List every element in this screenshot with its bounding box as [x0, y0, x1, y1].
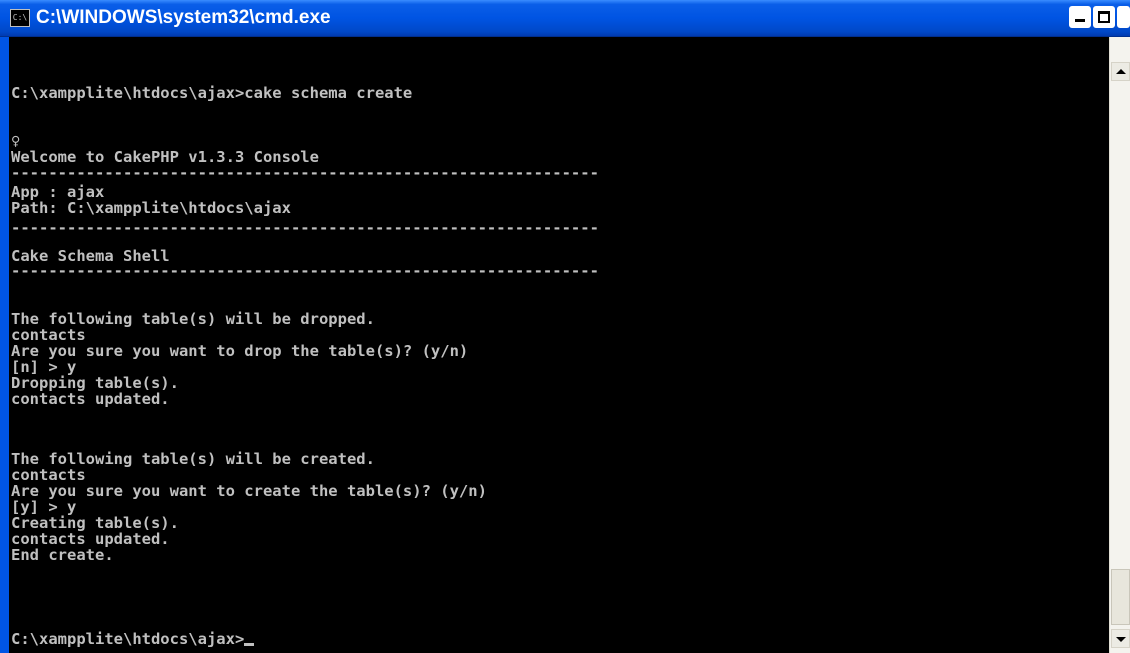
console-separator: ----------------------------------------…: [11, 262, 599, 280]
close-button[interactable]: [1117, 6, 1130, 28]
console-line: [n] > y: [11, 358, 77, 376]
scroll-up-button[interactable]: [1111, 62, 1130, 81]
console-line: Dropping table(s).: [11, 374, 179, 392]
console-line: The following table(s) will be created.: [11, 450, 375, 468]
scroll-down-button[interactable]: [1111, 629, 1130, 648]
console-line: contacts updated.: [11, 530, 170, 548]
console-line: contacts: [11, 326, 86, 344]
scroll-thumb[interactable]: [1111, 569, 1130, 625]
console-separator: ----------------------------------------…: [11, 219, 599, 237]
prompt-line: C:\xampplite\htdocs\ajax>: [11, 630, 255, 648]
minimize-icon: [1075, 19, 1085, 22]
maximize-icon: [1098, 11, 1110, 23]
console-line: [y] > y: [11, 498, 77, 516]
maximize-button[interactable]: [1093, 6, 1115, 28]
console-line: ♀: [11, 132, 21, 150]
arrow-up-icon: [1116, 69, 1126, 74]
console-line: Path: C:\xampplite\htdocs\ajax: [11, 199, 291, 217]
title-bar[interactable]: C:\ C:\WINDOWS\system32\cmd.exe: [0, 0, 1130, 37]
console-line: End create.: [11, 546, 114, 564]
text-cursor: [244, 643, 255, 646]
console-line: Welcome to CakePHP v1.3.3 Console: [11, 148, 319, 166]
console-line: Are you sure you want to create the tabl…: [11, 482, 487, 500]
console-line: contacts: [11, 466, 86, 484]
console-line: The following table(s) will be dropped.: [11, 310, 375, 328]
console-output[interactable]: C:\xampplite\htdocs\ajax>cake schema cre…: [9, 37, 1109, 653]
minimize-button[interactable]: [1069, 6, 1091, 28]
console-line: contacts updated.: [11, 390, 170, 408]
console-line: App : ajax: [11, 183, 105, 201]
vertical-scrollbar[interactable]: [1109, 37, 1130, 653]
console-line: Creating table(s).: [11, 514, 179, 532]
prompt-text: C:\xampplite\htdocs\ajax>: [11, 630, 245, 648]
console-line: Are you sure you want to drop the table(…: [11, 342, 469, 360]
console-separator: ----------------------------------------…: [11, 164, 599, 182]
console-window: C:\ C:\WINDOWS\system32\cmd.exe C:\xampp…: [0, 0, 1130, 653]
window-title: C:\WINDOWS\system32\cmd.exe: [36, 7, 331, 28]
console-line: C:\xampplite\htdocs\ajax>cake schema cre…: [11, 84, 413, 102]
cmd-icon[interactable]: C:\: [10, 9, 30, 27]
arrow-down-icon: [1116, 637, 1126, 642]
